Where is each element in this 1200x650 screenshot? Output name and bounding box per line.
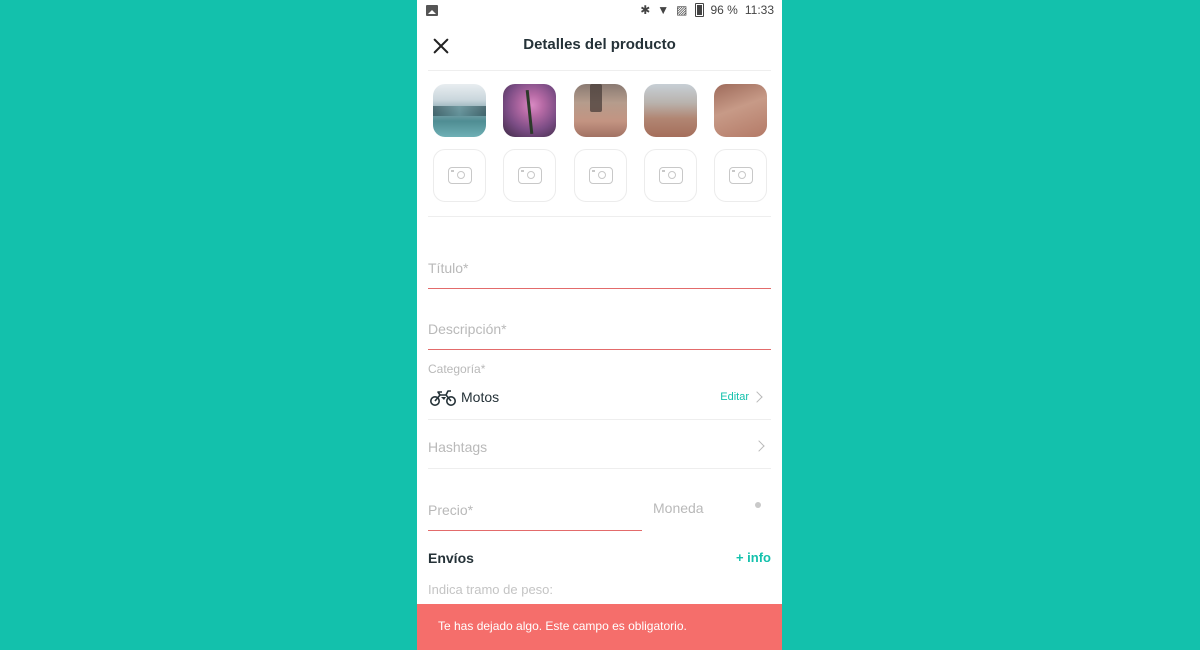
toast-message: Te has dejado algo. Este campo es obliga… <box>438 619 687 633</box>
image-notification-icon <box>426 5 438 16</box>
shipping-title: Envíos <box>428 550 474 566</box>
chevron-right-icon[interactable] <box>753 440 765 452</box>
add-photo-slot[interactable] <box>503 149 557 202</box>
category-edit-link[interactable]: Editar <box>720 391 749 403</box>
description-input[interactable]: Descripción* <box>428 321 507 337</box>
product-photo[interactable] <box>573 84 627 137</box>
camera-icon <box>658 167 683 184</box>
photo-row-filled <box>433 84 767 137</box>
bluetooth-icon: ✱ <box>640 3 651 17</box>
price-input[interactable]: Precio* <box>428 502 473 518</box>
weight-hint: Indica tramo de peso: <box>428 582 554 597</box>
camera-icon <box>518 167 543 184</box>
camera-icon <box>448 167 472 184</box>
hashtags-divider <box>428 468 771 469</box>
currency-select[interactable]: Moneda <box>653 500 704 516</box>
title-input-underline <box>428 288 771 289</box>
top-bar: Detalles del producto <box>417 22 782 70</box>
category-value: Motos <box>461 389 500 405</box>
page-title: Detalles del producto <box>523 36 676 53</box>
photos-divider <box>428 216 771 217</box>
add-photo-slot[interactable] <box>643 149 697 202</box>
battery-percent: 96 % <box>710 3 738 17</box>
currency-dropdown-indicator[interactable] <box>755 502 761 508</box>
chevron-right-icon <box>751 391 763 403</box>
add-photo-slot[interactable] <box>714 149 767 202</box>
title-input[interactable]: Título* <box>428 260 468 276</box>
status-bar: ✱ ▼ ▨ 96 % 11:33 <box>417 0 782 22</box>
product-photo[interactable] <box>433 84 486 137</box>
product-photo[interactable] <box>643 84 697 137</box>
product-photo[interactable] <box>714 84 767 137</box>
motorcycle-icon <box>430 390 456 406</box>
camera-icon <box>729 167 753 184</box>
battery-icon <box>694 3 704 17</box>
error-toast: Te has dejado algo. Este campo es obliga… <box>417 604 782 650</box>
hashtags-input[interactable]: Hashtags <box>428 439 487 455</box>
category-label: Categoría* <box>428 362 486 376</box>
clock: 11:33 <box>744 3 774 17</box>
camera-icon <box>588 167 613 184</box>
photo-grid <box>433 84 767 214</box>
add-photo-slot[interactable] <box>573 149 627 202</box>
category-selector[interactable]: Motos Editar <box>428 379 771 419</box>
status-icons: ✱ ▼ ▨ 96 % 11:33 <box>640 3 774 17</box>
header-divider <box>428 70 771 71</box>
description-input-underline <box>428 349 771 350</box>
photo-row-empty <box>433 149 767 202</box>
wifi-icon: ▼ <box>657 3 670 17</box>
category-divider <box>428 419 771 420</box>
price-input-underline <box>428 530 642 531</box>
product-photo[interactable] <box>503 84 557 137</box>
no-sim-icon: ▨ <box>676 3 688 17</box>
shipping-info-link[interactable]: + info <box>736 550 771 565</box>
phone-screen: ✱ ▼ ▨ 96 % 11:33 Detalles del producto T… <box>417 0 782 650</box>
add-photo-slot[interactable] <box>433 149 486 202</box>
